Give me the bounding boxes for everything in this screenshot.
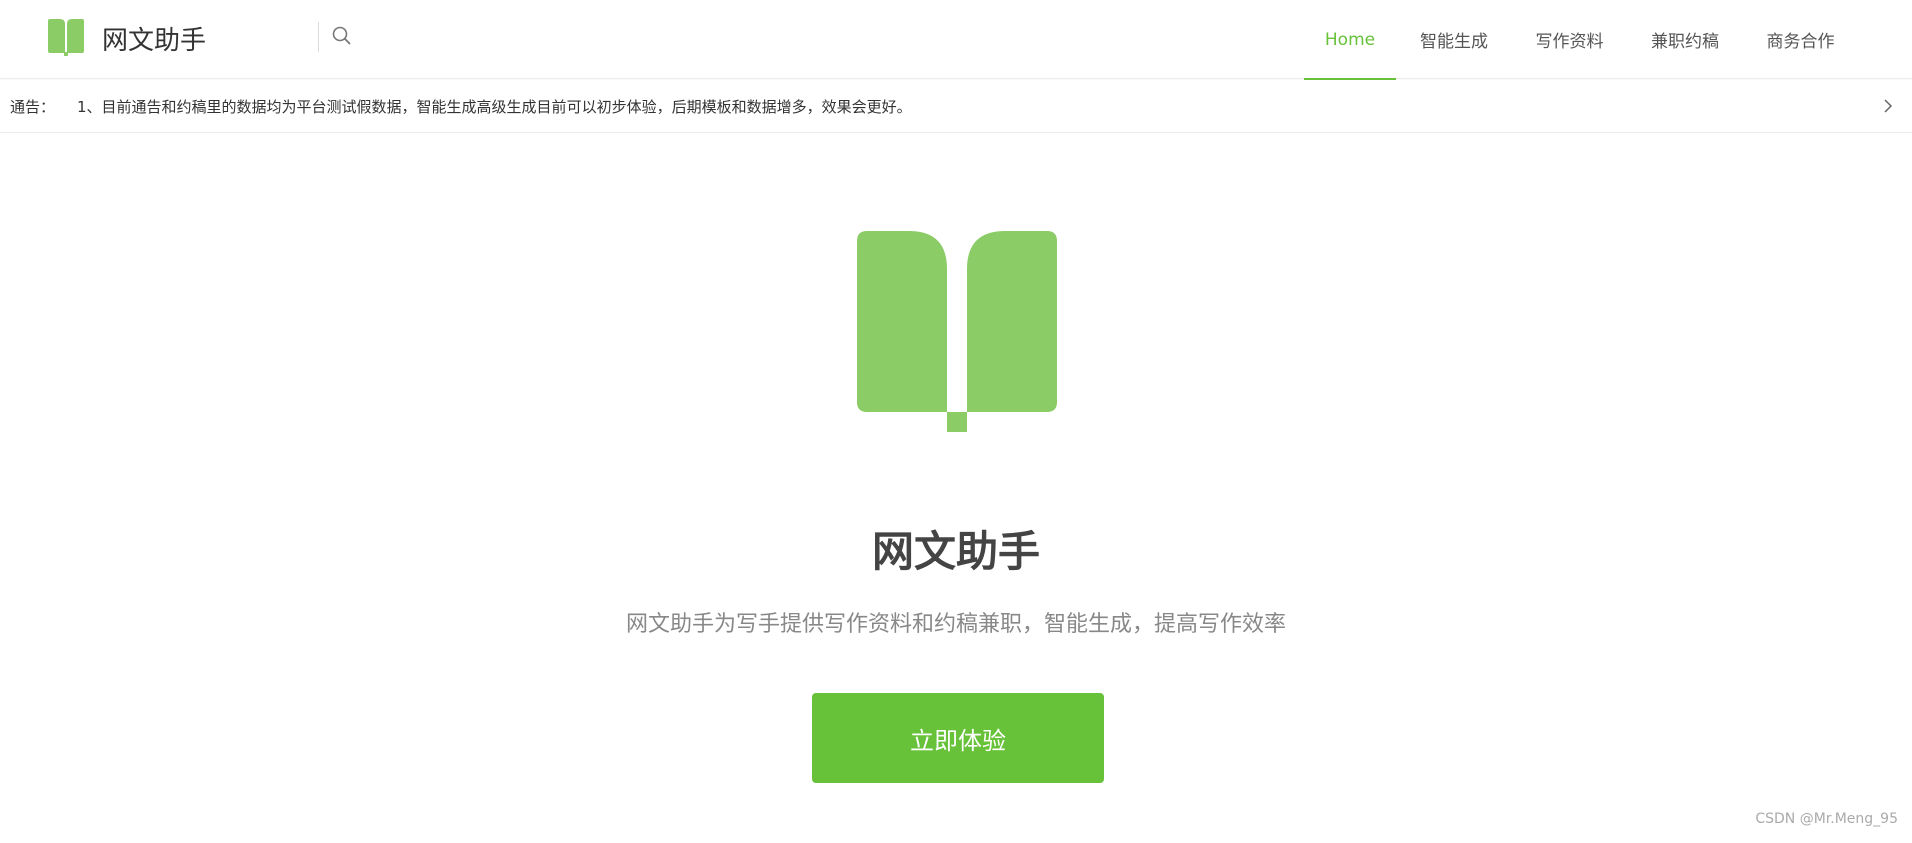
try-now-button[interactable]: 立即体验 bbox=[812, 693, 1104, 783]
chevron-right-icon[interactable] bbox=[1878, 96, 1898, 116]
nav-home[interactable]: Home bbox=[1304, 0, 1396, 80]
nav-part-time-commissions[interactable]: 兼职约稿 bbox=[1627, 0, 1743, 79]
nav-home-label: Home bbox=[1324, 29, 1376, 50]
main-nav: Home 智能生成 写作资料 兼职约稿 商务合作 bbox=[1304, 0, 1912, 80]
hero-subtitle: 网文助手为写手提供写作资料和约稿兼职，智能生成，提高写作效率 bbox=[625, 612, 1286, 637]
nav-writing-materials-label: 写作资料 bbox=[1535, 32, 1604, 52]
search-divider bbox=[318, 22, 319, 52]
open-book-icon bbox=[48, 19, 84, 57]
open-book-icon bbox=[857, 231, 1059, 434]
nav-smart-generate-label: 智能生成 bbox=[1420, 32, 1488, 52]
nav-business-cooperation-label: 商务合作 bbox=[1766, 32, 1835, 52]
hero-title: 网文助手 bbox=[871, 527, 1040, 576]
nav-part-time-commissions-label: 兼职约稿 bbox=[1651, 32, 1719, 52]
try-now-button-label: 立即体验 bbox=[910, 726, 1006, 755]
nav-writing-materials[interactable]: 写作资料 bbox=[1512, 0, 1627, 79]
top-header: 网文助手 Home 智能生成 写作资料 兼职约稿 商务合作 bbox=[0, 0, 1912, 80]
notice-text[interactable]: 1、目前通告和约稿里的数据均为平台测试假数据，智能生成高级生成目前可以初步体验，… bbox=[77, 96, 912, 117]
nav-business-cooperation[interactable]: 商务合作 bbox=[1743, 0, 1858, 79]
notice-label: 通告： bbox=[10, 97, 56, 116]
watermark: CSDN @Mr.Meng_95 bbox=[1755, 811, 1898, 827]
search-icon[interactable] bbox=[330, 24, 354, 48]
brand[interactable]: 网文助手 bbox=[48, 18, 206, 58]
notice-bar: 通告： 1、目前通告和约稿里的数据均为平台测试假数据，智能生成高级生成目前可以初… bbox=[0, 80, 1912, 133]
nav-smart-generate[interactable]: 智能生成 bbox=[1396, 0, 1512, 79]
brand-name: 网文助手 bbox=[102, 25, 207, 56]
